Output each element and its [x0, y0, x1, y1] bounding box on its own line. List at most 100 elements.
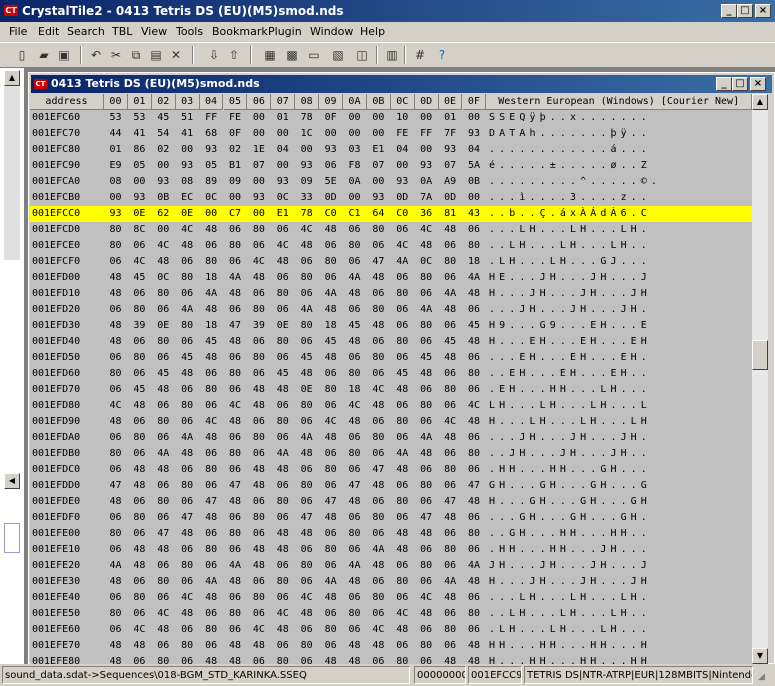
hex-byte[interactable]: 06: [152, 510, 175, 526]
hex-byte[interactable]: FF: [200, 110, 223, 126]
hex-byte[interactable]: 06: [319, 446, 342, 462]
delete-icon[interactable]: ✕: [168, 47, 184, 63]
hex-byte[interactable]: 00: [176, 142, 199, 158]
hex-byte[interactable]: 48: [128, 542, 151, 558]
row-text[interactable]: H...GH...GH...GH: [487, 494, 752, 510]
hex-byte[interactable]: 06: [463, 542, 486, 558]
row-text[interactable]: .........^.....©.: [487, 174, 752, 190]
hex-byte[interactable]: 48: [200, 590, 223, 606]
hex-byte[interactable]: 06: [463, 350, 486, 366]
hex-byte[interactable]: 48: [271, 254, 294, 270]
hex-byte[interactable]: 06: [367, 238, 390, 254]
hex-byte[interactable]: 06: [271, 590, 294, 606]
hex-byte[interactable]: 93: [152, 174, 175, 190]
hex-byte[interactable]: 93: [367, 190, 390, 206]
hex-byte[interactable]: 02: [152, 142, 175, 158]
hex-byte[interactable]: 06: [176, 542, 199, 558]
hex-byte[interactable]: 80: [439, 542, 462, 558]
hex-byte[interactable]: 48: [415, 366, 438, 382]
hex-byte[interactable]: 93: [271, 174, 294, 190]
hex-byte[interactable]: 47: [319, 494, 342, 510]
hex-byte[interactable]: 06: [224, 222, 247, 238]
hex-byte[interactable]: 06: [343, 430, 366, 446]
hex-byte[interactable]: 80: [176, 398, 199, 414]
hex-byte[interactable]: 06: [271, 638, 294, 654]
hex-byte[interactable]: 48: [463, 414, 486, 430]
hex-byte[interactable]: 00: [463, 190, 486, 206]
hex-byte[interactable]: 4C: [367, 622, 390, 638]
hex-byte[interactable]: 48: [152, 622, 175, 638]
row-text[interactable]: é.....±.....ø..Z: [487, 158, 752, 174]
hex-byte[interactable]: 48: [439, 654, 462, 664]
hex-byte[interactable]: 06: [319, 558, 342, 574]
hex-row[interactable]: 001EFC60 53 53 45 51 FF FE 00 01 78 0F 00…: [30, 110, 752, 126]
hex-byte[interactable]: 80: [463, 606, 486, 622]
maximize-button[interactable]: □: [737, 4, 753, 18]
tile-viewer-icon[interactable]: ▦: [262, 47, 278, 63]
hex-byte[interactable]: 4C: [152, 606, 175, 622]
hex-row[interactable]: 001EFDE0 48 06 80 06 47 48 06 80 06 47 48…: [30, 494, 752, 510]
hex-byte[interactable]: 4C: [463, 398, 486, 414]
hex-byte[interactable]: 06: [463, 590, 486, 606]
hex-view-icon[interactable]: ▩: [284, 47, 300, 63]
hex-byte[interactable]: 4A: [200, 574, 223, 590]
row-text[interactable]: ..LH...LH...LH..: [487, 606, 752, 622]
hex-grid[interactable]: address 00 01 02 03 04 05 06 07 08 09 0A 0B 0C 0D 0E 0F W…: [30, 94, 752, 664]
hex-byte[interactable]: 48: [271, 462, 294, 478]
hex-byte[interactable]: 45: [415, 350, 438, 366]
hex-byte[interactable]: 48: [343, 286, 366, 302]
hex-byte[interactable]: 06: [224, 510, 247, 526]
hex-byte[interactable]: 93: [463, 126, 486, 142]
hex-byte[interactable]: 06: [104, 510, 127, 526]
hex-byte[interactable]: 06: [367, 574, 390, 590]
hex-byte[interactable]: 0B: [463, 174, 486, 190]
child-close-button[interactable]: ×: [750, 77, 766, 91]
hex-byte[interactable]: 10: [391, 110, 414, 126]
hex-byte[interactable]: 80: [200, 542, 223, 558]
hex-row[interactable]: 001EFD10 48 06 80 06 4A 48 06 80 06 4A 48…: [30, 286, 752, 302]
hex-byte[interactable]: 78: [295, 206, 318, 222]
hex-byte[interactable]: 80: [224, 366, 247, 382]
hex-byte[interactable]: 48: [415, 446, 438, 462]
hex-byte[interactable]: 80: [176, 318, 199, 334]
hex-byte[interactable]: 45: [176, 350, 199, 366]
hex-byte[interactable]: 80: [415, 398, 438, 414]
text-view-icon[interactable]: ▭: [306, 47, 322, 63]
hex-byte[interactable]: 86: [128, 142, 151, 158]
hex-byte[interactable]: 06: [128, 526, 151, 542]
hex-byte[interactable]: 06: [295, 334, 318, 350]
hex-byte[interactable]: 48: [343, 654, 366, 664]
hex-row[interactable]: 001EFC90 E9 05 00 93 05 B1 07 00 93 06 F8…: [30, 158, 752, 174]
hex-byte[interactable]: 80: [319, 254, 342, 270]
hex-byte[interactable]: 06: [271, 302, 294, 318]
row-text[interactable]: SSEQÿþ..x.......: [487, 110, 752, 126]
hex-byte[interactable]: 45: [271, 366, 294, 382]
hex-byte[interactable]: 80: [247, 302, 270, 318]
hex-byte[interactable]: 48: [200, 222, 223, 238]
hex-byte[interactable]: 80: [391, 494, 414, 510]
hex-byte[interactable]: 00: [247, 110, 270, 126]
hex-byte[interactable]: 80: [247, 510, 270, 526]
hex-byte[interactable]: 06: [343, 622, 366, 638]
row-text[interactable]: ..EH...EH...EH..: [487, 366, 752, 382]
open-folder-icon[interactable]: ▰: [36, 47, 52, 63]
hex-byte[interactable]: 4C: [295, 222, 318, 238]
hex-byte[interactable]: 0C: [271, 190, 294, 206]
hex-byte[interactable]: 06: [247, 238, 270, 254]
hex-byte[interactable]: 80: [463, 238, 486, 254]
hex-byte[interactable]: 06: [319, 366, 342, 382]
hex-byte[interactable]: B1: [224, 158, 247, 174]
hex-byte[interactable]: 53: [128, 110, 151, 126]
hex-byte[interactable]: 06: [271, 430, 294, 446]
hex-byte[interactable]: 80: [343, 366, 366, 382]
hex-row[interactable]: 001EFD80 4C 48 06 80 06 4C 48 06 80 06 4C…: [30, 398, 752, 414]
hex-byte[interactable]: 48: [295, 606, 318, 622]
hex-byte[interactable]: 80: [415, 270, 438, 286]
hex-byte[interactable]: 06: [391, 270, 414, 286]
hex-byte[interactable]: 80: [247, 590, 270, 606]
hex-byte[interactable]: 06: [271, 558, 294, 574]
hex-byte[interactable]: 06: [319, 638, 342, 654]
hex-byte[interactable]: 06: [439, 398, 462, 414]
hex-byte[interactable]: 80: [367, 590, 390, 606]
hex-byte[interactable]: 5A: [463, 158, 486, 174]
